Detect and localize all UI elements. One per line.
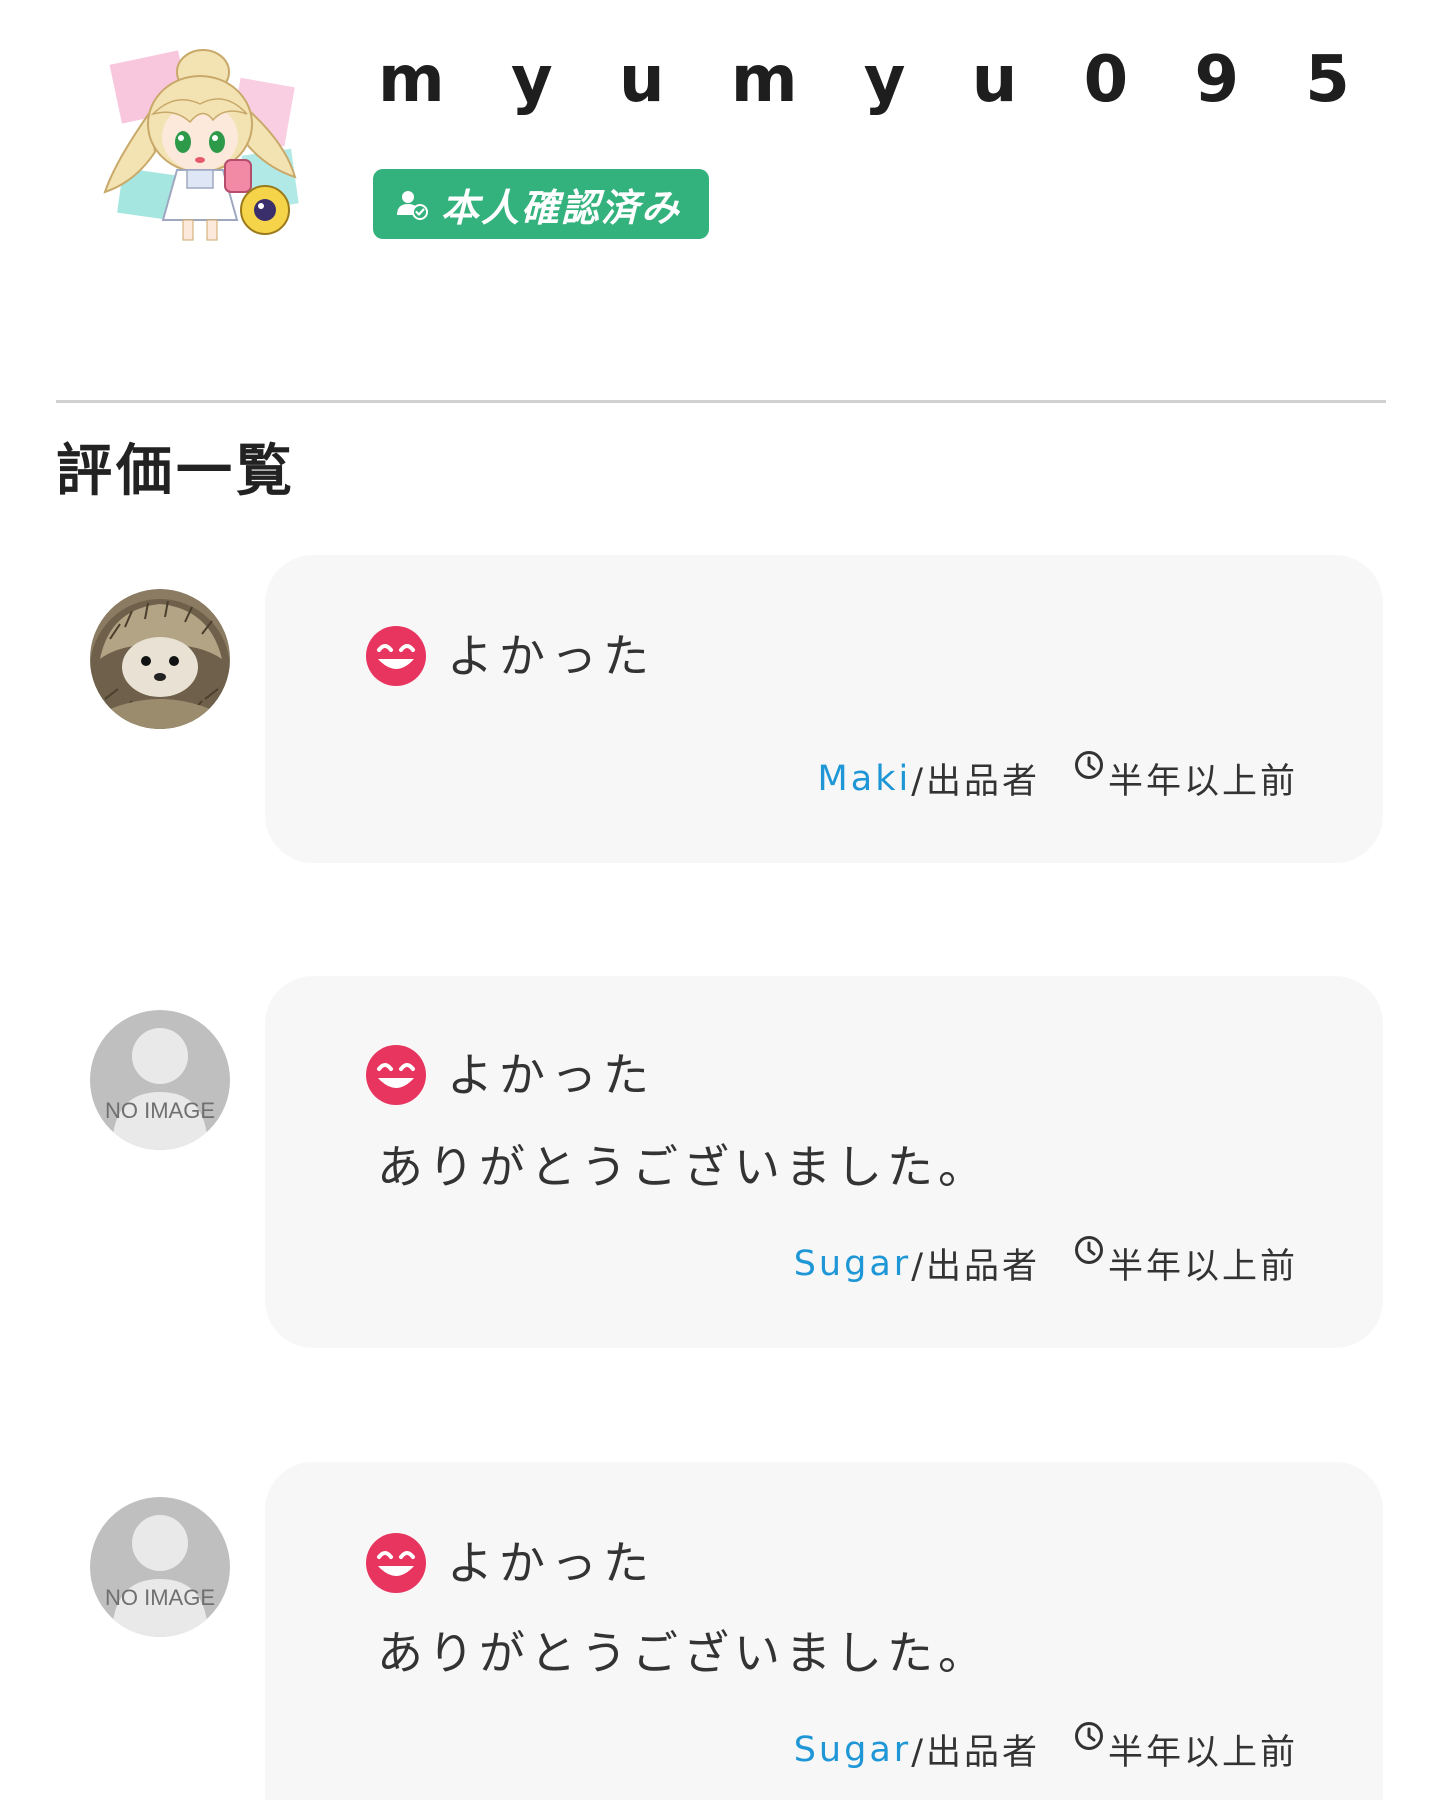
reviewer-role: /出品者 — [911, 762, 1040, 802]
review-time: 半年以上前 — [1107, 1733, 1298, 1773]
review-card: よかった Maki /出品者 半年以上前 — [265, 555, 1383, 863]
review-meta: Sugar /出品者 半年以上前 — [794, 1235, 1298, 1289]
rating-row: よかった — [365, 1532, 655, 1594]
reviewer-role: /出品者 — [911, 1247, 1040, 1287]
section-title: 評価一覧 — [56, 439, 296, 504]
hedgehog-photo-avatar-icon — [90, 589, 230, 729]
clock-icon — [1074, 1235, 1103, 1264]
reviewer-name-link[interactable]: Sugar — [794, 1730, 911, 1770]
no-image-avatar-icon: NO IMAGE — [90, 1497, 230, 1637]
reviewer-role: /出品者 — [911, 1733, 1040, 1773]
anime-character-avatar-icon — [103, 49, 299, 241]
rating-label: よかった — [447, 1536, 655, 1590]
profile-username: m y u m y u 0 9 5 — [378, 43, 1372, 117]
section-divider — [56, 400, 1386, 403]
review-card: よかった ありがとうございました。 Sugar /出品者 半年以上前 — [265, 976, 1383, 1348]
rating-label: よかった — [447, 1048, 655, 1102]
verified-badge-label: 本人確認済み — [441, 185, 682, 230]
clock-icon — [1074, 1721, 1103, 1750]
review-comment: ありがとうございました。 — [377, 1140, 989, 1194]
review-comment: ありがとうございました。 — [377, 1626, 989, 1680]
reviewer-avatar[interactable] — [90, 589, 230, 729]
rating-row: よかった — [365, 625, 655, 687]
verified-user-icon — [397, 191, 428, 220]
verified-badge: 本人確認済み — [373, 169, 710, 239]
review-card: よかった ありがとうございました。 Sugar /出品者 半年以上前 — [265, 1462, 1383, 1800]
reviewer-avatar[interactable]: NO IMAGE — [90, 1497, 230, 1637]
profile-header: m y u m y u 0 9 5 本人確認済み — [0, 0, 1440, 330]
clock-icon — [1074, 750, 1103, 779]
review-time: 半年以上前 — [1107, 1247, 1298, 1287]
reviewer-name-link[interactable]: Maki — [818, 759, 912, 799]
rating-label: よかった — [447, 629, 655, 683]
reviewer-avatar[interactable]: NO IMAGE — [90, 1010, 230, 1150]
no-image-avatar-icon: NO IMAGE — [90, 1010, 230, 1150]
rating-row: よかった — [365, 1044, 655, 1106]
profile-avatar[interactable] — [95, 42, 305, 247]
smile-icon — [366, 1533, 426, 1593]
reviewer-name-link[interactable]: Sugar — [794, 1244, 911, 1284]
review-meta: Sugar /出品者 半年以上前 — [794, 1721, 1298, 1775]
review-meta: Maki /出品者 半年以上前 — [818, 750, 1298, 804]
no-image-text: NO IMAGE — [105, 1585, 215, 1610]
no-image-text: NO IMAGE — [105, 1098, 215, 1123]
smile-icon — [366, 1045, 426, 1105]
smile-icon — [366, 626, 426, 686]
review-time: 半年以上前 — [1107, 762, 1298, 802]
